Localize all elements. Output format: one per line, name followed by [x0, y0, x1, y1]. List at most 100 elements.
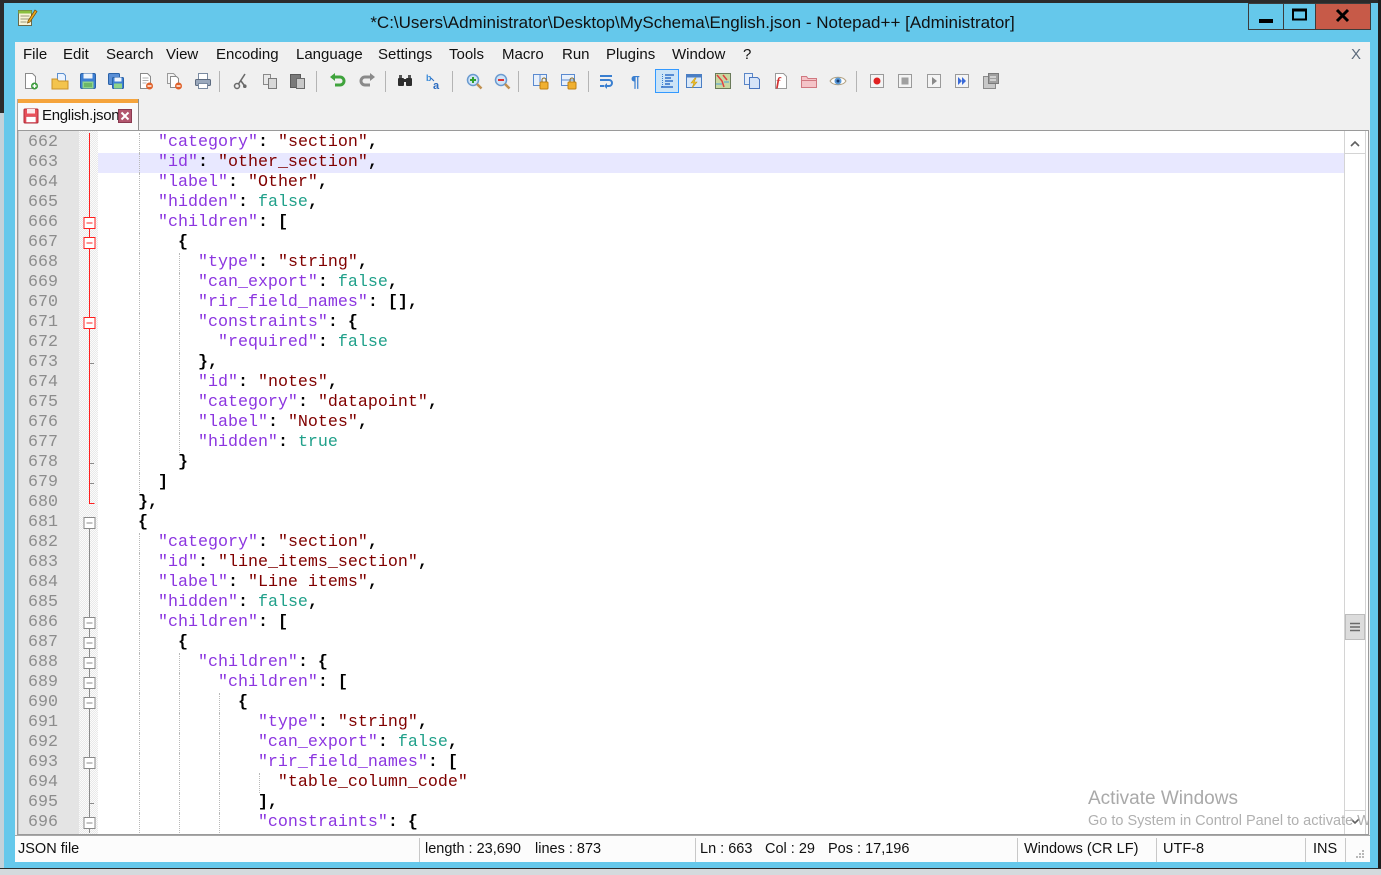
code-line[interactable]: 689 "children": [ — [18, 673, 1344, 693]
menu-language[interactable]: Language — [296, 44, 363, 66]
code-line[interactable]: 681 { — [18, 513, 1344, 533]
scroll-down-button[interactable] — [1345, 810, 1365, 832]
menu-window[interactable]: Window — [672, 44, 725, 66]
menu-help[interactable]: ? — [743, 44, 751, 66]
tab-english-json[interactable]: English.json — [17, 99, 139, 130]
macro-stop-button[interactable] — [893, 69, 917, 93]
print-button[interactable] — [191, 69, 215, 93]
scroll-thumb[interactable] — [1345, 613, 1365, 640]
redo-button[interactable] — [355, 69, 379, 93]
macro-record-button[interactable] — [865, 69, 889, 93]
sync-horizontal-scrolling-button[interactable] — [557, 69, 581, 93]
code-line[interactable]: 663 "id": "other_section", — [18, 153, 1344, 173]
fold-toggle-icon[interactable] — [80, 233, 98, 253]
paste-button[interactable] — [286, 69, 310, 93]
document-map-button[interactable] — [711, 69, 735, 93]
fold-toggle-icon[interactable] — [80, 613, 98, 633]
save-button[interactable] — [76, 69, 100, 93]
code-line[interactable]: 687 { — [18, 633, 1344, 653]
new-file-button[interactable] — [19, 69, 43, 93]
monitoring-button[interactable] — [826, 69, 850, 93]
status-eol-format[interactable]: Windows (CR LF) — [1024, 836, 1138, 862]
code-line[interactable]: 690 { — [18, 693, 1344, 713]
fold-toggle-icon[interactable] — [80, 693, 98, 713]
code-line[interactable]: 670 "rir_field_names": [], — [18, 293, 1344, 313]
code-line[interactable]: 667 { — [18, 233, 1344, 253]
fold-toggle-icon[interactable] — [80, 633, 98, 653]
zoom-in-button[interactable] — [462, 69, 486, 93]
maximize-button[interactable] — [1283, 3, 1316, 30]
macro-run-multiple-button[interactable] — [950, 69, 974, 93]
code-line[interactable]: 666 "children": [ — [18, 213, 1344, 233]
menu-plugins[interactable]: Plugins — [606, 44, 655, 66]
menu-settings[interactable]: Settings — [378, 44, 432, 66]
menu-search[interactable]: Search — [106, 44, 154, 66]
replace-button[interactable]: ba — [422, 69, 446, 93]
menu-run[interactable]: Run — [562, 44, 590, 66]
user-defined-language-button[interactable] — [682, 69, 706, 93]
close-window-button[interactable] — [1315, 3, 1371, 30]
code-line[interactable]: 669 "can_export": false, — [18, 273, 1344, 293]
fold-toggle-icon[interactable] — [80, 513, 98, 533]
fold-toggle-icon[interactable] — [80, 753, 98, 773]
menu-view[interactable]: View — [166, 44, 198, 66]
code-line[interactable]: 680 }, — [18, 493, 1344, 513]
text-editor[interactable]: 662 "category": "section", 663 "id": "oth… — [17, 130, 1369, 835]
code-line[interactable]: 675 "category": "datapoint", — [18, 393, 1344, 413]
find-button[interactable] — [393, 69, 417, 93]
code-line[interactable]: 691 "type": "string", — [18, 713, 1344, 733]
close-all-button[interactable] — [163, 69, 187, 93]
function-list-button[interactable]: f — [769, 69, 793, 93]
code-line[interactable]: 672 "required": false — [18, 333, 1344, 353]
menu-macro[interactable]: Macro — [502, 44, 544, 66]
code-line[interactable]: 686 "children": [ — [18, 613, 1344, 633]
macro-save-button[interactable] — [979, 69, 1003, 93]
fold-toggle-icon[interactable] — [80, 673, 98, 693]
code-line[interactable]: 677 "hidden": true — [18, 433, 1344, 453]
code-line[interactable]: 668 "type": "string", — [18, 253, 1344, 273]
menu-file[interactable]: File — [23, 44, 47, 66]
zoom-out-button[interactable] — [490, 69, 514, 93]
code-line[interactable]: 664 "label": "Other", — [18, 173, 1344, 193]
vertical-scrollbar[interactable] — [1344, 131, 1366, 834]
menu-encoding[interactable]: Encoding — [216, 44, 279, 66]
close-file-button[interactable] — [134, 69, 158, 93]
code-line[interactable]: 662 "category": "section", — [18, 133, 1344, 153]
code-line[interactable]: 679 ] — [18, 473, 1344, 493]
code-line[interactable]: 678 } — [18, 453, 1344, 473]
fold-toggle-icon[interactable] — [80, 813, 98, 833]
code-line[interactable]: 684 "label": "Line items", — [18, 573, 1344, 593]
document-list-button[interactable] — [740, 69, 764, 93]
code-line[interactable]: 671 "constraints": { — [18, 313, 1344, 333]
code-line[interactable]: 694 "table_column_code" — [18, 773, 1344, 793]
code-line[interactable]: 696 "constraints": { — [18, 813, 1344, 833]
code-line[interactable]: 685 "hidden": false, — [18, 593, 1344, 613]
cut-button[interactable] — [229, 69, 253, 93]
word-wrap-button[interactable] — [595, 69, 619, 93]
code-line[interactable]: 665 "hidden": false, — [18, 193, 1344, 213]
code-line[interactable]: 688 "children": { — [18, 653, 1344, 673]
status-encoding[interactable]: UTF-8 — [1163, 836, 1204, 862]
code-line[interactable]: 674 "id": "notes", — [18, 373, 1344, 393]
copy-button[interactable] — [258, 69, 282, 93]
save-all-button[interactable] — [104, 69, 128, 93]
undo-button[interactable] — [326, 69, 350, 93]
show-all-characters-button[interactable]: ¶ — [624, 69, 648, 93]
menu-tools[interactable]: Tools — [449, 44, 484, 66]
minimize-button[interactable] — [1248, 3, 1284, 30]
resize-grip-icon[interactable] — [1353, 848, 1365, 860]
code-line[interactable]: 693 "rir_field_names": [ — [18, 753, 1344, 773]
fold-toggle-icon[interactable] — [80, 653, 98, 673]
close-document-button[interactable]: X — [1351, 44, 1361, 66]
code-line[interactable]: 673 }, — [18, 353, 1344, 373]
code-line[interactable]: 682 "category": "section", — [18, 533, 1344, 553]
code-line[interactable]: 676 "label": "Notes", — [18, 413, 1344, 433]
scroll-up-button[interactable] — [1345, 133, 1365, 154]
macro-playback-button[interactable] — [922, 69, 946, 93]
close-tab-icon[interactable] — [118, 109, 132, 123]
status-insert-mode[interactable]: INS — [1313, 836, 1337, 862]
fold-toggle-icon[interactable] — [80, 313, 98, 333]
fold-toggle-icon[interactable] — [80, 213, 98, 233]
code-line[interactable]: 683 "id": "line_items_section", — [18, 553, 1344, 573]
sync-vertical-scrolling-button[interactable] — [529, 69, 553, 93]
